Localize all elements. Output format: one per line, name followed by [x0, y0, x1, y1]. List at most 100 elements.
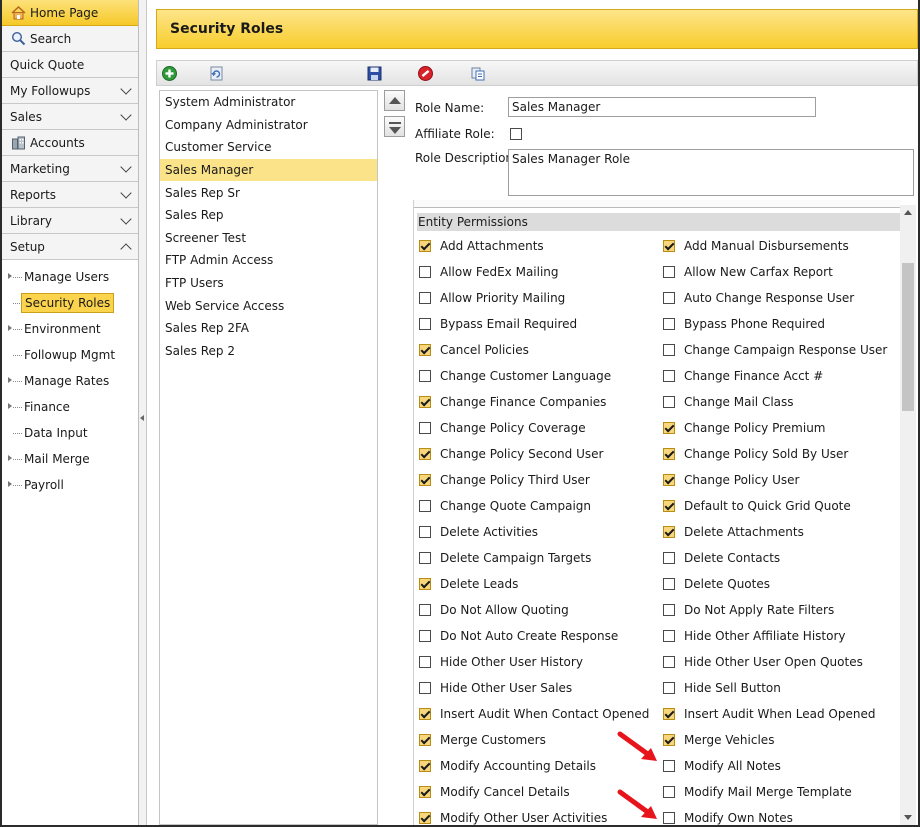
nav-item-reports[interactable]: Reports — [2, 182, 138, 208]
permission-checkbox[interactable] — [663, 318, 675, 330]
permission-item[interactable]: Change Mail Class — [663, 389, 794, 415]
permission-checkbox[interactable] — [419, 526, 431, 538]
permission-checkbox[interactable] — [663, 552, 675, 564]
permission-checkbox[interactable] — [419, 292, 431, 304]
permission-item[interactable]: Change Policy Sold By User — [663, 441, 848, 467]
permission-checkbox[interactable] — [419, 344, 431, 356]
permission-item[interactable]: Hide Other Affiliate History — [663, 623, 845, 649]
permission-item[interactable]: Allow Priority Mailing — [419, 285, 565, 311]
expand-arrow-icon[interactable] — [8, 403, 12, 409]
role-list-item[interactable]: Sales Manager — [160, 158, 377, 182]
permission-item[interactable]: Allow New Carfax Report — [663, 259, 833, 285]
permission-checkbox[interactable] — [663, 292, 675, 304]
permission-item[interactable]: Delete Quotes — [663, 571, 770, 597]
permission-checkbox[interactable] — [663, 448, 675, 460]
expand-arrow-icon[interactable] — [8, 481, 12, 487]
permission-checkbox[interactable] — [663, 240, 675, 252]
permission-checkbox[interactable] — [419, 682, 431, 694]
save-icon[interactable] — [366, 65, 383, 82]
permission-checkbox[interactable] — [419, 760, 431, 772]
permission-checkbox[interactable] — [419, 448, 431, 460]
role-name-input[interactable] — [508, 97, 816, 117]
permission-item[interactable]: Change Policy Coverage — [419, 415, 586, 441]
affiliate-role-checkbox[interactable] — [510, 128, 522, 140]
permission-checkbox[interactable] — [419, 552, 431, 564]
permission-checkbox[interactable] — [663, 422, 675, 434]
chevron-down-icon[interactable] — [120, 83, 132, 95]
permission-item[interactable]: Hide Other User Open Quotes — [663, 649, 863, 675]
role-list-item[interactable]: Sales Rep — [160, 204, 377, 227]
permission-item[interactable]: Modify All Notes — [663, 753, 781, 779]
permission-item[interactable]: Hide Sell Button — [663, 675, 781, 701]
permission-checkbox[interactable] — [663, 500, 675, 512]
role-list-item[interactable]: Customer Service — [160, 136, 377, 159]
collapse-sidebar-icon[interactable] — [140, 415, 144, 421]
permission-checkbox[interactable] — [419, 474, 431, 486]
permission-item[interactable]: Add Manual Disbursements — [663, 233, 849, 259]
permission-item[interactable]: Merge Customers — [419, 727, 546, 753]
role-list-item[interactable]: Sales Rep 2FA — [160, 317, 377, 340]
permission-item[interactable]: Do Not Apply Rate Filters — [663, 597, 834, 623]
role-list-item[interactable]: Screener Test — [160, 227, 377, 250]
permission-checkbox[interactable] — [419, 370, 431, 382]
permission-item[interactable]: Bypass Phone Required — [663, 311, 825, 337]
permission-checkbox[interactable] — [663, 370, 675, 382]
permission-checkbox[interactable] — [419, 786, 431, 798]
permission-item[interactable]: Auto Change Response User — [663, 285, 854, 311]
permission-item[interactable]: Delete Leads — [419, 571, 518, 597]
tree-item-security-roles[interactable]: Security Roles — [2, 290, 138, 316]
refresh-icon[interactable] — [208, 65, 225, 82]
permission-item[interactable]: Merge Vehicles — [663, 727, 774, 753]
tree-item-followup-mgmt[interactable]: Followup Mgmt — [2, 342, 138, 368]
tree-item-manage-users[interactable]: Manage Users — [2, 264, 138, 290]
add-icon[interactable] — [161, 65, 178, 82]
permission-item[interactable]: Modify Own Notes — [663, 805, 793, 825]
expand-arrow-icon[interactable] — [8, 455, 12, 461]
permission-item[interactable]: Insert Audit When Contact Opened — [419, 701, 649, 727]
permission-checkbox[interactable] — [663, 734, 675, 746]
permission-checkbox[interactable] — [663, 630, 675, 642]
permission-checkbox[interactable] — [663, 812, 675, 824]
chevron-down-icon[interactable] — [120, 161, 132, 173]
permission-checkbox[interactable] — [419, 708, 431, 720]
permission-item[interactable]: Change Customer Language — [419, 363, 611, 389]
nav-item-setup[interactable]: Setup — [2, 234, 138, 260]
chevron-down-icon[interactable] — [120, 187, 132, 199]
sidebar-splitter[interactable] — [139, 0, 147, 825]
role-list-item[interactable]: Sales Rep 2 — [160, 340, 377, 363]
permission-checkbox[interactable] — [419, 240, 431, 252]
permission-item[interactable]: Change Policy Third User — [419, 467, 590, 493]
scroll-thumb[interactable] — [902, 263, 914, 411]
permission-item[interactable]: Change Policy User — [663, 467, 799, 493]
permission-checkbox[interactable] — [663, 708, 675, 720]
nav-item-search[interactable]: Search — [2, 26, 138, 52]
permission-checkbox[interactable] — [419, 734, 431, 746]
permission-item[interactable]: Do Not Allow Quoting — [419, 597, 569, 623]
tree-item-mail-merge[interactable]: Mail Merge — [2, 446, 138, 472]
permission-checkbox[interactable] — [419, 500, 431, 512]
permission-checkbox[interactable] — [419, 604, 431, 616]
nav-item-my-followups[interactable]: My Followups — [2, 78, 138, 104]
tree-item-manage-rates[interactable]: Manage Rates — [2, 368, 138, 394]
nav-item-quick-quote[interactable]: Quick Quote — [2, 52, 138, 78]
permission-checkbox[interactable] — [419, 318, 431, 330]
chevron-up-icon[interactable] — [120, 243, 132, 255]
role-list-item[interactable]: FTP Users — [160, 272, 377, 295]
permission-item[interactable]: Add Attachments — [419, 233, 544, 259]
permission-item[interactable]: Hide Other User History — [419, 649, 583, 675]
permission-item[interactable]: Change Policy Premium — [663, 415, 826, 441]
permission-item[interactable]: Delete Attachments — [663, 519, 804, 545]
expand-arrow-icon[interactable] — [8, 273, 12, 279]
permission-checkbox[interactable] — [663, 266, 675, 278]
permission-checkbox[interactable] — [419, 578, 431, 590]
permission-checkbox[interactable] — [419, 812, 431, 824]
permission-item[interactable]: Modify Cancel Details — [419, 779, 570, 805]
permission-item[interactable]: Modify Mail Merge Template — [663, 779, 852, 805]
permission-item[interactable]: Delete Campaign Targets — [419, 545, 591, 571]
permission-checkbox[interactable] — [419, 630, 431, 642]
permission-checkbox[interactable] — [663, 682, 675, 694]
role-list-item[interactable]: FTP Admin Access — [160, 249, 377, 272]
permission-item[interactable]: Cancel Policies — [419, 337, 529, 363]
role-description-input[interactable] — [508, 149, 914, 196]
permission-checkbox[interactable] — [663, 474, 675, 486]
